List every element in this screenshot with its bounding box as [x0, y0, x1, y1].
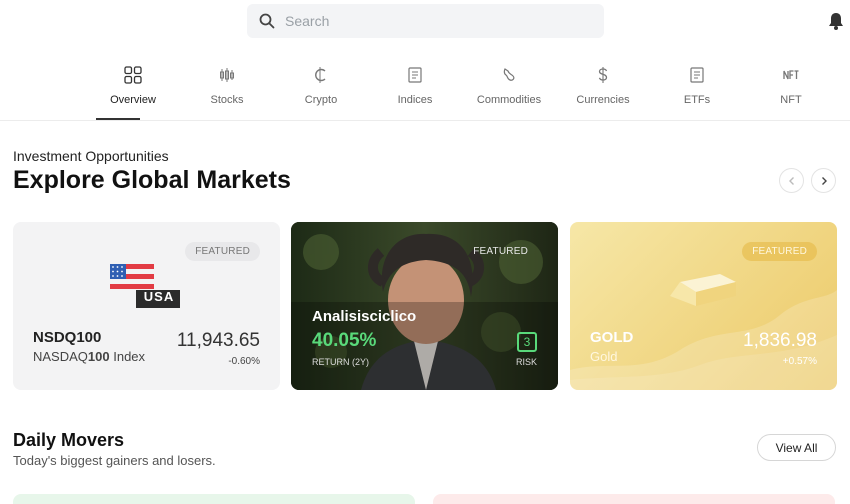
crypto-icon — [315, 67, 326, 83]
trader-card-analisisciclico[interactable]: FEATURED Analisisciclico 40.05% RETURN (… — [291, 222, 558, 390]
tab-overview[interactable]: Overview — [86, 62, 180, 120]
bell-icon[interactable] — [826, 11, 846, 31]
chevron-right-icon — [821, 176, 827, 185]
market-card-nsdq100[interactable]: FEATURED USA NSDQ100 NASDAQ100 Index 11,… — [13, 222, 280, 390]
tab-currencies[interactable]: Currencies — [556, 62, 650, 120]
asset-symbol: NSDQ100 — [33, 329, 102, 346]
flag-label: USA — [143, 289, 175, 304]
tab-indices[interactable]: Indices — [368, 62, 462, 120]
asset-name-bold: 100 — [87, 349, 110, 364]
carousel-prev-button[interactable] — [779, 168, 804, 193]
carousel-next-button[interactable] — [811, 168, 836, 193]
header-divider — [0, 120, 850, 121]
gold-bar-icon — [670, 274, 736, 306]
market-tabs: Overview Stocks Crypto Indices Commoditi… — [86, 62, 838, 120]
tab-label: Currencies — [576, 94, 630, 106]
tab-label: Commodities — [476, 94, 542, 106]
search-icon — [259, 13, 275, 29]
featured-badge: FEATURED — [185, 242, 260, 261]
return-label: RETURN (2Y) — [312, 357, 370, 367]
tab-label: NFT — [780, 94, 802, 106]
dollar-icon — [598, 67, 608, 83]
document-icon — [408, 67, 422, 83]
asset-symbol: GOLD — [590, 329, 634, 346]
tab-label: Overview — [110, 94, 156, 106]
tab-label: Crypto — [304, 94, 338, 106]
featured-badge: FEATURED — [742, 242, 817, 261]
risk-label: RISK — [515, 357, 537, 367]
tab-crypto[interactable]: Crypto — [274, 62, 368, 120]
search-bar[interactable] — [247, 4, 604, 38]
risk-score: 3 — [517, 332, 537, 352]
asset-change: -0.60% — [228, 356, 260, 367]
losers-panel — [433, 494, 835, 504]
nft-icon — [783, 70, 799, 80]
grid-icon — [124, 66, 142, 84]
trader-name: Analisisciclico — [312, 308, 417, 325]
asset-name: Gold — [590, 349, 618, 364]
tab-label: Indices — [397, 94, 433, 106]
asset-price: 11,943.65 — [176, 330, 260, 351]
asset-name-suffix: Index — [109, 349, 146, 364]
candlestick-icon — [220, 68, 234, 82]
trader-return: 40.05% — [312, 330, 377, 351]
section-title: Explore Global Markets — [13, 166, 291, 194]
market-card-gold[interactable]: FEATURED GOLD Gold 1,836.98 +0.57% — [570, 222, 837, 390]
document-icon — [690, 67, 704, 83]
asset-price: 1,836.98 — [743, 330, 817, 351]
asset-name: NASDAQ100 Index — [33, 349, 145, 364]
drop-icon — [503, 68, 515, 81]
tab-stocks[interactable]: Stocks — [180, 62, 274, 120]
asset-change: +0.57% — [782, 356, 817, 367]
featured-badge: FEATURED — [473, 246, 528, 257]
asset-name-prefix: NASDAQ — [33, 349, 88, 364]
chevron-left-icon — [788, 176, 794, 185]
movers-subtitle: Today's biggest gainers and losers. — [13, 453, 216, 468]
tab-etfs[interactable]: ETFs — [650, 62, 744, 120]
view-all-button[interactable]: View All — [757, 434, 836, 461]
tab-label: Stocks — [210, 94, 244, 106]
search-input[interactable] — [285, 13, 565, 29]
tab-nft[interactable]: NFT — [744, 62, 838, 120]
movers-title: Daily Movers — [13, 430, 125, 450]
gainers-panel — [13, 494, 415, 504]
tab-label: ETFs — [683, 94, 711, 106]
section-subtitle: Investment Opportunities — [13, 148, 169, 164]
tab-commodities[interactable]: Commodities — [462, 62, 556, 120]
